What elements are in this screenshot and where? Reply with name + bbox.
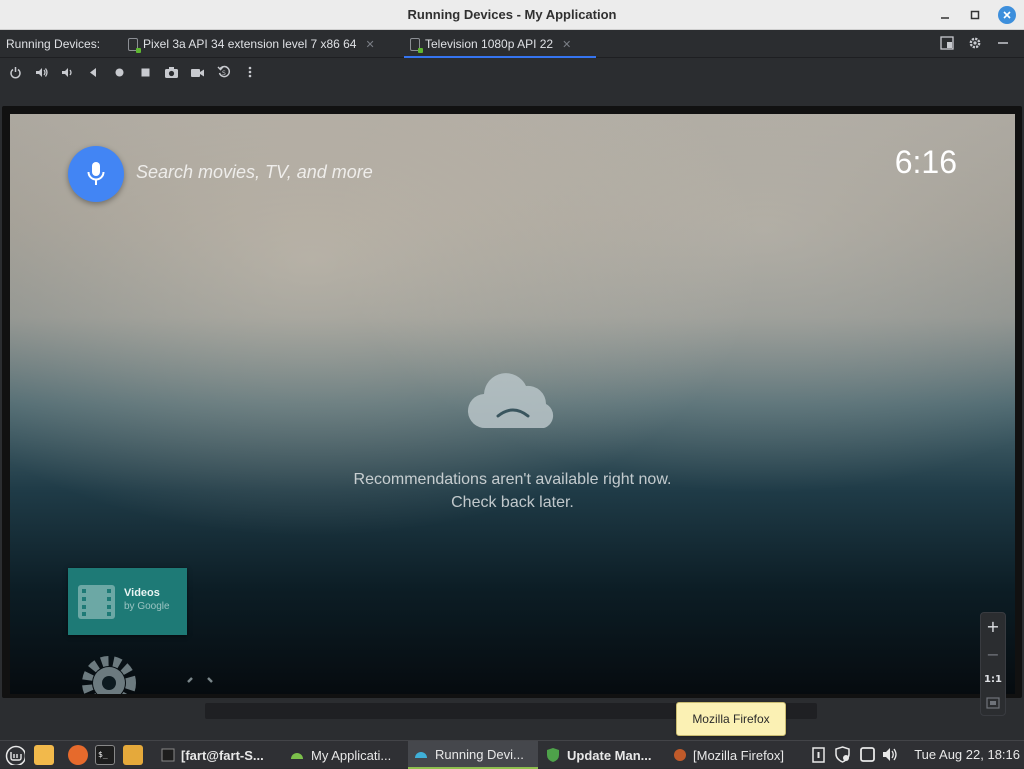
close-button[interactable] [998, 6, 1016, 24]
running-devices-tabbar: Running Devices: Pixel 3a API 34 extensi… [0, 30, 1024, 59]
taskbar-item-update-manager[interactable]: Update Man... [540, 741, 664, 769]
message-line-1: Recommendations aren't available right n… [353, 471, 672, 488]
film-icon [78, 585, 115, 619]
sad-cloud-icon [467, 373, 554, 429]
taskbar-item-firefox[interactable]: [Mozilla Firefox] [668, 741, 796, 769]
clipboard-icon[interactable] [810, 746, 827, 763]
recommendations-message: Recommendations aren't available right n… [10, 468, 1015, 514]
actual-size-button[interactable]: 1:1 [984, 674, 1002, 685]
tv-screen[interactable]: Search movies, TV, and more 6:16 Recomme… [10, 114, 1015, 694]
device-icon [128, 37, 141, 53]
settings-gear-icon[interactable] [80, 654, 138, 694]
videos-app-tile[interactable]: Videos by Google [68, 568, 187, 635]
mint-menu-icon[interactable] [5, 745, 25, 765]
taskbar: $_ [fart@fart-S... My Applicati... Runni… [0, 740, 1024, 769]
reset-icon[interactable]: S [216, 65, 231, 80]
terminal-icon[interactable]: $_ [95, 745, 115, 765]
minimize-panel-icon[interactable] [996, 36, 1010, 50]
maximize-button[interactable] [966, 6, 984, 24]
taskbar-item-running-devices[interactable]: Running Devi... [408, 741, 538, 769]
device-icon [410, 37, 423, 53]
android-icon [415, 752, 427, 758]
svg-text:$_: $_ [98, 750, 108, 759]
layout-icon[interactable] [940, 36, 954, 50]
tab-pixel-3a[interactable]: Pixel 3a API 34 extension level 7 x86 64… [122, 30, 381, 58]
taskbar-item-terminal[interactable]: [fart@fart-S... [156, 741, 282, 769]
svg-text:S: S [222, 70, 226, 77]
message-line-2: Check back later. [451, 494, 574, 511]
overview-icon[interactable] [138, 65, 153, 80]
taskbar-clock[interactable]: Tue Aug 22, 18:16 [914, 741, 1020, 769]
tab-label: Pixel 3a API 34 extension level 7 x86 64 [143, 37, 357, 51]
maximize-icon [970, 10, 980, 20]
minimize-button[interactable] [936, 6, 954, 24]
fit-screen-icon[interactable] [986, 697, 1000, 709]
zoom-out-button[interactable]: − [986, 646, 999, 663]
power-icon[interactable] [8, 65, 23, 80]
volume-icon[interactable] [882, 746, 899, 763]
window-list-icon[interactable] [859, 746, 876, 763]
files-icon[interactable] [34, 745, 54, 765]
tv-clock: 6:16 [894, 144, 957, 180]
volume-down-icon[interactable] [60, 65, 75, 80]
window-titlebar: Running Devices - My Application [0, 0, 1024, 30]
zoom-controls: + − 1:1 [980, 612, 1006, 716]
tab-label: Television 1080p API 22 [425, 37, 554, 51]
close-tab-icon[interactable]: ✕ [562, 38, 571, 51]
mic-button[interactable] [68, 146, 124, 202]
running-devices-label: Running Devices: [6, 37, 101, 51]
volume-up-icon[interactable] [34, 65, 49, 80]
taskbar-label: Update Man... [567, 747, 652, 763]
more-icon[interactable] [242, 65, 257, 80]
firefox-icon [674, 749, 686, 761]
close-icon [1003, 11, 1011, 19]
android-icon [291, 753, 303, 759]
shield-icon [547, 748, 559, 762]
taskbar-item-android-studio[interactable]: My Applicati... [284, 741, 406, 769]
taskbar-label: [fart@fart-S... [181, 747, 264, 763]
taskbar-label: [Mozilla Firefox] [693, 747, 785, 763]
search-placeholder[interactable]: Search movies, TV, and more [136, 162, 373, 183]
firefox-icon[interactable] [68, 745, 88, 765]
taskbar-label: Running Devi... [435, 746, 524, 762]
gear-icon[interactable] [968, 36, 982, 50]
back-icon[interactable] [86, 65, 101, 80]
chevron-icons [187, 677, 213, 683]
tabbar-actions [940, 36, 1010, 50]
terminal-icon [161, 748, 175, 762]
home-icon[interactable] [112, 65, 127, 80]
firefox-tooltip: Mozilla Firefox [676, 702, 786, 736]
close-tab-icon[interactable]: ✕ [365, 38, 374, 51]
tab-television[interactable]: Television 1080p API 22 ✕ [404, 30, 596, 59]
app-tile-name: Videos [124, 587, 160, 599]
minimize-icon [941, 17, 949, 19]
window-title: Running Devices - My Application [407, 7, 617, 22]
screen-record-icon[interactable] [190, 65, 205, 80]
mic-icon [87, 162, 105, 185]
device-toolbar: S [0, 58, 1024, 86]
app-tile-sub: by Google [124, 601, 170, 612]
zoom-in-button[interactable]: + [986, 618, 999, 635]
taskbar-label: My Applicati... [311, 747, 392, 763]
folder-icon[interactable] [123, 745, 143, 765]
screenshot-icon[interactable] [164, 65, 179, 80]
shield-tray-icon[interactable] [834, 746, 851, 763]
